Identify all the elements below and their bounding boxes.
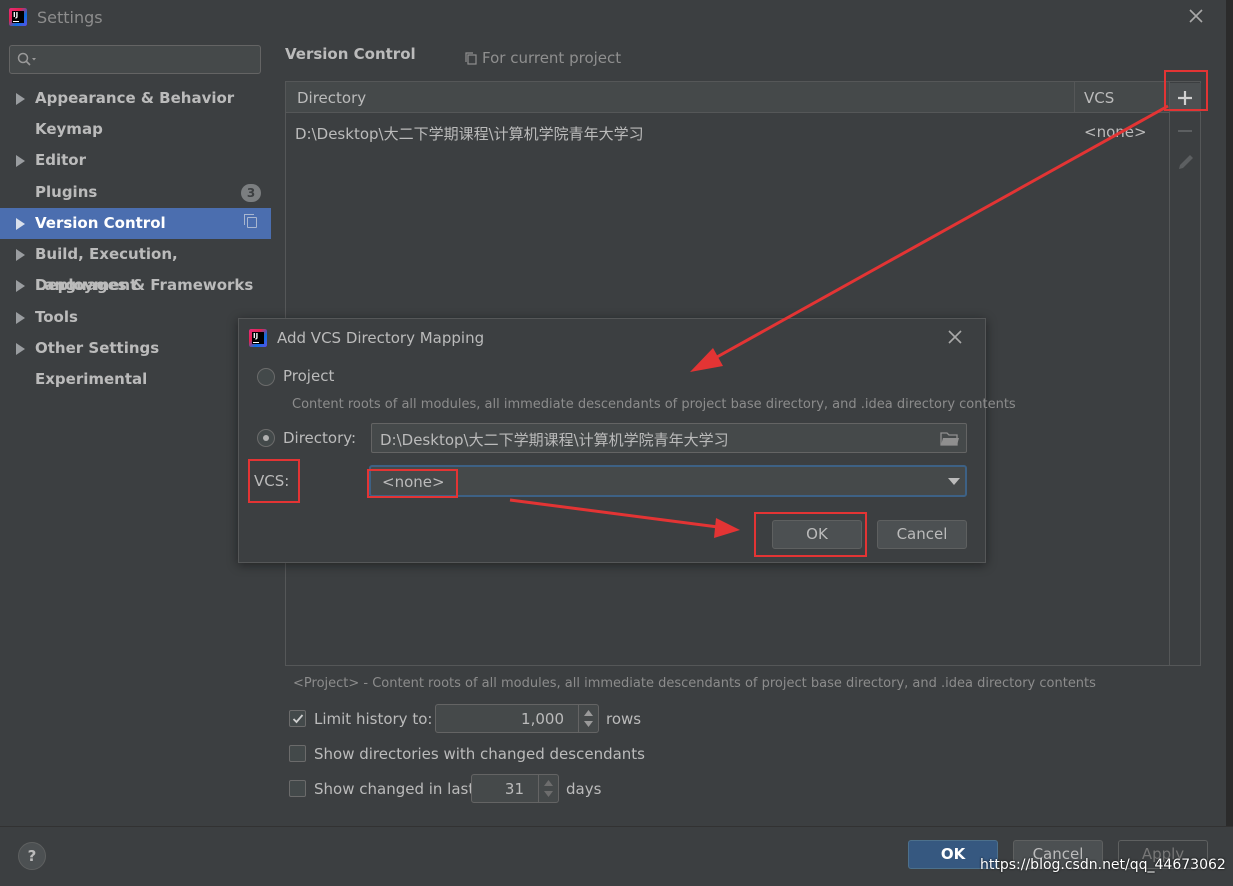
annotation-arrows [509,104,1169,538]
annotation-arrow-vcs-to-ok [509,498,719,529]
annotation-arrow-add-to-dialog [707,104,1169,364]
annotation-arrowhead-add-to-dialog [690,348,723,372]
annotation-arrowhead-vcs-to-ok [714,518,740,538]
